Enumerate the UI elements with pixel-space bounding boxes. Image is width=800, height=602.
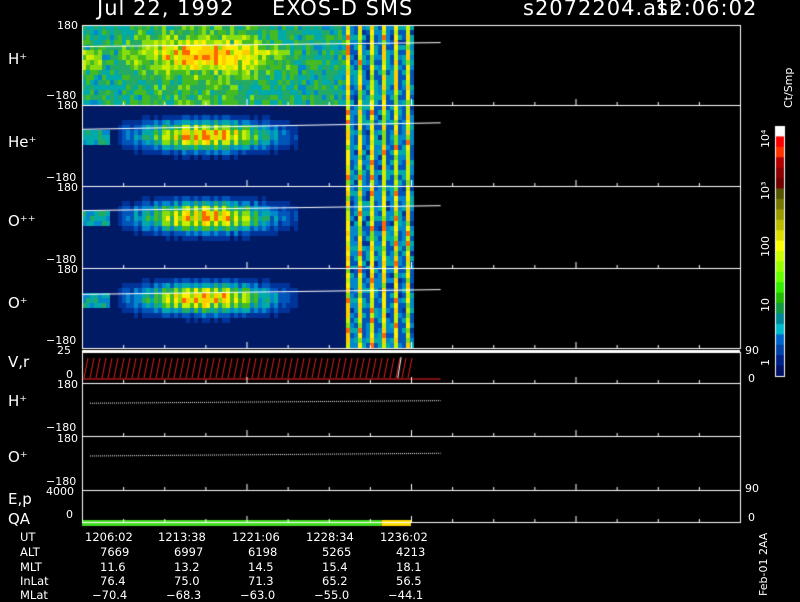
footer-alt-5: 4213 (396, 545, 426, 559)
footer-alt-2: 6997 (174, 545, 204, 559)
footer-row-label-alt: ALT (20, 545, 40, 559)
footer-inlat-1: 76.4 (100, 574, 126, 588)
header-date: Jul 22, 1992 (97, 0, 235, 20)
footer-ut-4: 1228:34 (306, 530, 354, 544)
panel-qa-right-bottom: 0 (748, 511, 755, 524)
footer-row-label-mlt: MLT (20, 560, 42, 574)
footer-alt-4: 5265 (322, 545, 352, 559)
panel-o-plus-top: 180 (57, 263, 78, 276)
panel-label-h-plus: H⁺ (8, 50, 28, 68)
panel-vr-right-bottom: 0 (748, 372, 755, 385)
colorbar-label-10: 10 (759, 298, 772, 312)
panel-label-qa: QA (8, 510, 31, 528)
footer-inlat-2: 75.0 (174, 574, 200, 588)
footer-alt-1: 7669 (100, 545, 130, 559)
panel-vr-top: 25 (57, 344, 71, 357)
header-instrument: EXOS-D SMS (272, 0, 414, 20)
footer-mlt-3: 14.5 (248, 560, 274, 574)
footer-ut-2: 1213:38 (158, 530, 206, 544)
colorbar-label-1000: 10³ (759, 181, 772, 200)
panel-vr-right-top: 90 (745, 344, 759, 357)
panel-label-vr: V,r (8, 353, 30, 371)
footer-inlat-5: 56.5 (396, 574, 422, 588)
footer-alt-3: 6198 (248, 545, 278, 559)
footer-mlt-4: 15.4 (322, 560, 348, 574)
colorbar-unit: Ct/Smp (782, 67, 795, 108)
footer-ut-3: 1221:06 (232, 530, 280, 544)
header-time: 12:06:02 (655, 0, 758, 20)
panel-ep-right-top: 90 (745, 482, 759, 495)
footer-inlat-3: 71.3 (248, 574, 274, 588)
panel-h-plus-top: 180 (57, 19, 78, 32)
panel-o-plus-plus-top: 180 (57, 181, 78, 194)
panel-label-o-plus-plus: O⁺⁺ (8, 212, 36, 230)
colorbar-label-1: 1 (759, 359, 772, 366)
panel-label-o-plus-line: O⁺ (8, 448, 28, 466)
panel-ep-top: 4000 (46, 485, 74, 498)
panel-h-plus-line-top: 180 (57, 378, 78, 391)
footer-inlat-4: 65.2 (322, 574, 348, 588)
panel-label-ep: E,p (8, 490, 32, 508)
panel-o-plus-line-top: 180 (57, 432, 78, 445)
panel-label-he-plus: He⁺ (8, 133, 37, 151)
footer-row-label-ut: UT (20, 530, 36, 544)
spectrogram-canvas (0, 0, 800, 600)
footer-row-label-inlat: InLat (20, 574, 49, 588)
colorbar-label-100: 100 (759, 236, 772, 257)
panel-he-plus-top: 180 (57, 99, 78, 112)
footer-mlt-5: 18.1 (396, 560, 422, 574)
footer-ut-5: 1236:02 (380, 530, 428, 544)
footer-mlt-1: 11.6 (100, 560, 126, 574)
panel-qa-bottom: 0 (66, 508, 73, 521)
footer-ut-1: 1206:02 (85, 530, 133, 544)
colorbar-label-10000: 10⁴ (759, 129, 772, 148)
footer-mlt-2: 13.2 (174, 560, 200, 574)
panel-label-o-plus: O⁺ (8, 294, 28, 312)
footer-stamp: Feb-01 2AA (757, 532, 770, 596)
panel-label-h-plus-line: H⁺ (8, 392, 28, 410)
